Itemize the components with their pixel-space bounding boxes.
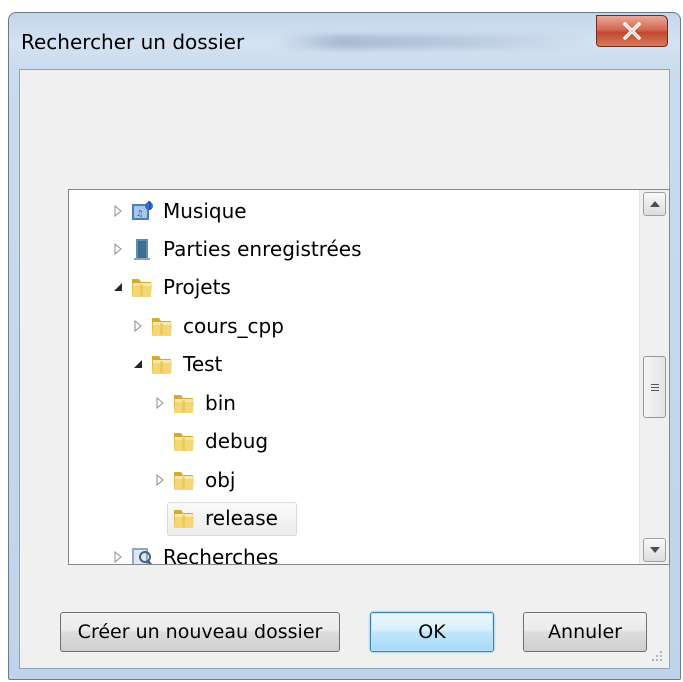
cancel-button[interactable]: Annuler [523, 612, 647, 652]
collapse-arrow-icon[interactable] [131, 357, 145, 371]
tree-item-label: release [205, 506, 278, 530]
tree-item-label: Musique [163, 199, 247, 223]
folder-icon [149, 313, 175, 339]
tree-item[interactable]: Recherches [111, 540, 279, 565]
folder-icon [171, 390, 197, 416]
tree-item[interactable]: Projets [111, 270, 231, 304]
folder-icon [171, 467, 197, 493]
title-bar[interactable]: Rechercher un dossier [9, 13, 680, 71]
tree-item-label: obj [205, 468, 236, 492]
tree-item[interactable]: release [153, 501, 278, 535]
tree-item-label: bin [205, 391, 236, 415]
dialog-title: Rechercher un dossier [21, 30, 245, 54]
scroll-up-arrow-icon [649, 201, 660, 207]
expand-arrow-icon[interactable] [153, 473, 167, 487]
folder-icon [171, 505, 197, 531]
no-expander [153, 511, 167, 525]
folder-icon [149, 351, 175, 377]
collapse-arrow-icon[interactable] [111, 280, 125, 294]
no-expander [153, 434, 167, 448]
expand-arrow-icon[interactable] [111, 242, 125, 256]
tree-item-label: Projets [163, 275, 231, 299]
tree-item[interactable]: obj [153, 463, 236, 497]
expand-arrow-icon[interactable] [111, 204, 125, 218]
scroll-down-arrow-icon [649, 547, 660, 553]
tree-item[interactable]: bin [153, 386, 236, 420]
close-button[interactable] [596, 15, 668, 47]
tree-item-label: Recherches [163, 545, 279, 565]
tree-item-label: Test [183, 352, 223, 376]
scroll-thumb[interactable] [643, 356, 666, 418]
folder-icon [129, 274, 155, 300]
tree-item[interactable]: cours_cpp [131, 309, 284, 343]
tree-item-label: debug [205, 429, 269, 453]
vertical-scrollbar[interactable] [639, 190, 669, 564]
close-icon [623, 22, 641, 40]
dialog-window: Rechercher un dossier ♫ Musique Parties … [8, 12, 681, 680]
search-folder-icon [129, 544, 155, 564]
expand-arrow-icon[interactable] [153, 396, 167, 410]
saved-games-icon [129, 236, 155, 262]
music-library-icon: ♫ [129, 198, 155, 224]
folder-tree[interactable]: ♫ Musique Parties enregistrées Projets c… [68, 189, 670, 565]
new-folder-button[interactable]: Créer un nouveau dossier [60, 612, 340, 652]
tree-item[interactable]: Test [131, 347, 222, 381]
grip-icon [650, 383, 659, 391]
tree-item[interactable]: debug [153, 424, 268, 458]
dialog-client-area: ♫ Musique Parties enregistrées Projets c… [19, 69, 670, 669]
resize-grip-icon[interactable] [651, 650, 663, 662]
tree-item[interactable]: ♫ Musique [111, 194, 247, 228]
svg-text:♫: ♫ [136, 209, 143, 218]
tree-item[interactable]: Parties enregistrées [111, 232, 362, 266]
expand-arrow-icon[interactable] [111, 550, 125, 564]
expand-arrow-icon[interactable] [131, 319, 145, 333]
tree-item-label: Parties enregistrées [163, 237, 362, 261]
scroll-up-button[interactable] [643, 192, 666, 216]
tree-item-label: cours_cpp [183, 314, 284, 338]
ok-button[interactable]: OK [370, 612, 494, 652]
title-bar-blur [279, 35, 589, 49]
scroll-down-button[interactable] [643, 538, 666, 562]
folder-icon [171, 428, 197, 454]
